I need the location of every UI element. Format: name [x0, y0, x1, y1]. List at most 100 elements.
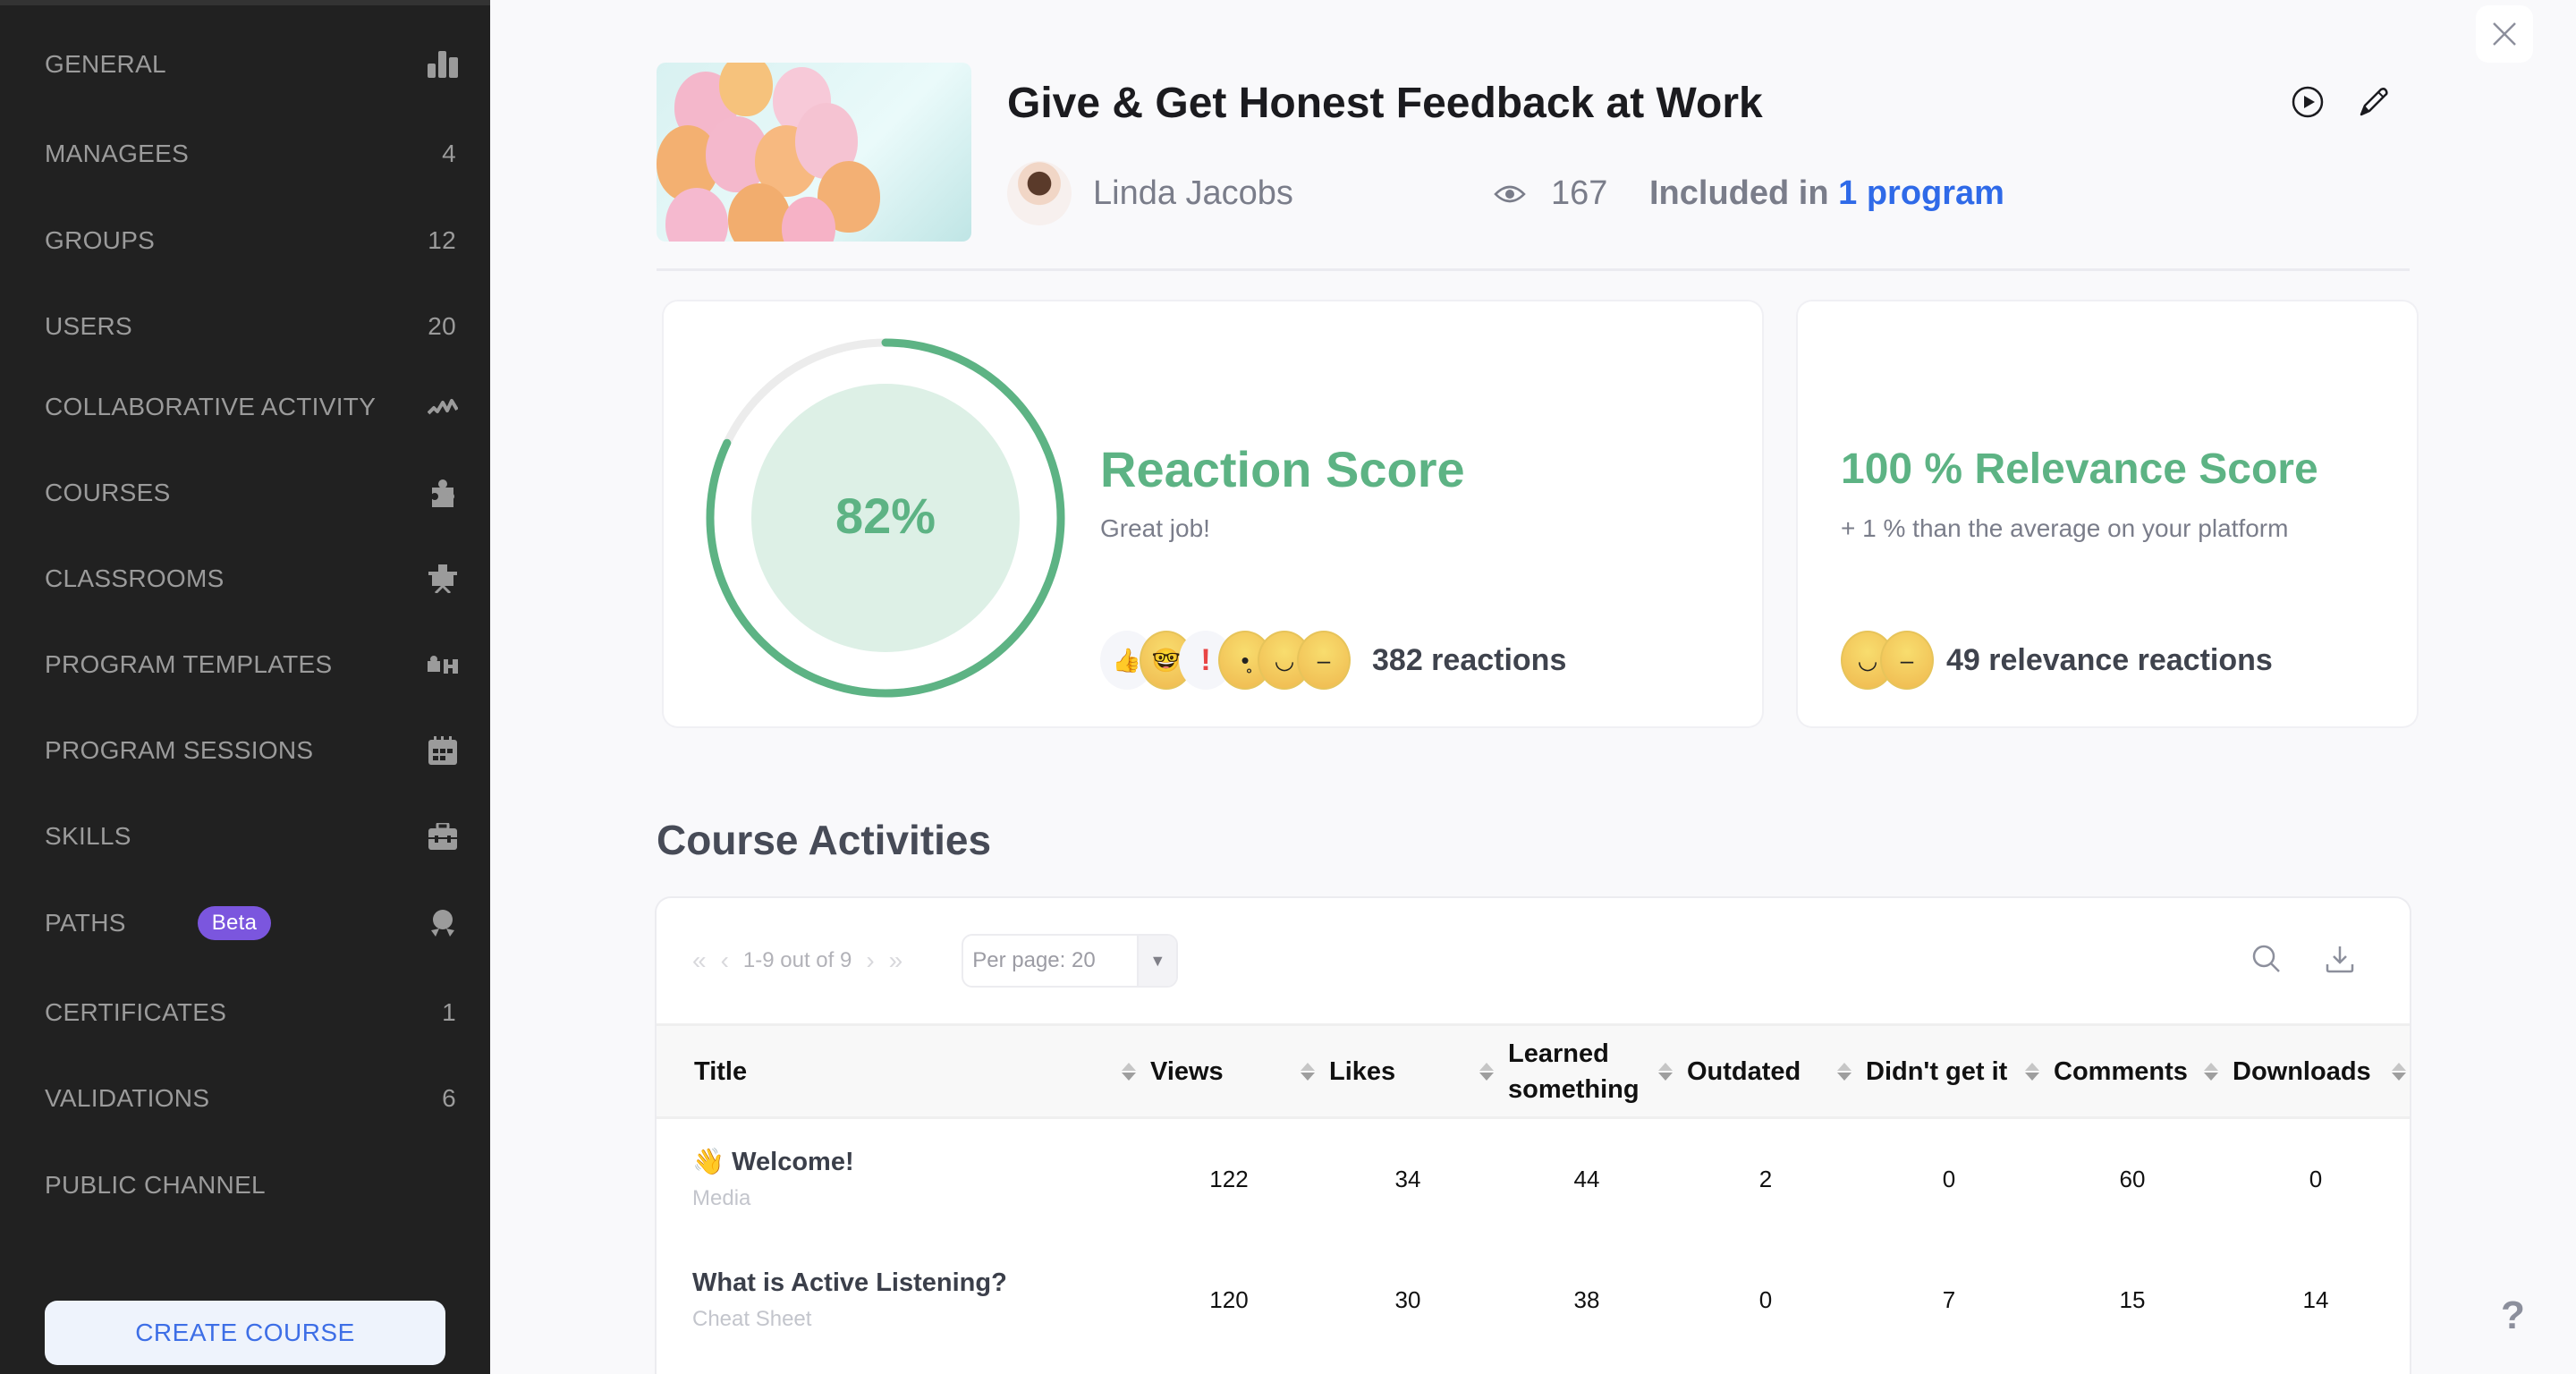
activity-title-cell: 👋 Welcome! Media	[657, 1118, 1140, 1240]
column-header-comments[interactable]: Comments	[2043, 1025, 2222, 1118]
sort-icon[interactable]	[1837, 1062, 1852, 1081]
sidebar-item-classrooms[interactable]: CLASSROOMS	[45, 552, 458, 606]
activity-title[interactable]: What is Active Listening?	[692, 1268, 1007, 1297]
search-icon	[2252, 945, 2280, 972]
search-button[interactable]	[2252, 945, 2281, 978]
sidebar-item-managees[interactable]: MANAGEES 4	[45, 127, 458, 181]
sidebar-item-count: 6	[442, 1084, 456, 1112]
sidebar-item-courses[interactable]: COURSES	[45, 466, 458, 520]
edit-button[interactable]	[2358, 86, 2390, 123]
sort-icon[interactable]	[2204, 1062, 2218, 1081]
downloads-cell: 0	[2309, 1165, 2323, 1192]
sidebar-item-program-templates[interactable]: PROGRAM TEMPLATES	[45, 638, 458, 691]
outdated-cell: 0	[1758, 1286, 1773, 1313]
reaction-score-card: 82% Reaction Score Great job! 👍 🤓 ! •̥ ◡…	[664, 301, 1762, 726]
sidebar-item-label: VALIDATIONS	[45, 1084, 210, 1112]
likes-cell: 30	[1394, 1286, 1421, 1313]
sidebar-item-users[interactable]: USERS 20	[45, 300, 458, 353]
first-page-button[interactable]: «	[692, 946, 707, 975]
programs-link[interactable]: 1 program	[1838, 174, 2004, 212]
sidebar-item-public-channel[interactable]: PUBLIC CHANNEL	[45, 1158, 458, 1212]
relevance-score-card: 100 % Relevance Score + 1 % than the ave…	[1798, 301, 2417, 726]
sidebar-item-label: PATHS	[45, 909, 126, 937]
sidebar-item-count: 4	[442, 140, 456, 167]
sidebar-item-count: 12	[428, 226, 456, 254]
eye-icon	[1494, 185, 1526, 202]
relevance-emojis: ◡ – 49 relevance reactions	[1841, 631, 2273, 690]
neutral-face-icon: –	[1297, 631, 1351, 690]
sort-icon[interactable]	[1479, 1062, 1494, 1081]
create-course-button[interactable]: CREATE COURSE	[45, 1301, 445, 1365]
table-row[interactable]: What is Active Listening? Cheat Sheet 12…	[657, 1240, 2410, 1361]
close-icon	[2493, 22, 2516, 46]
included-prefix: Included in	[1649, 174, 1829, 212]
table-row[interactable]: 👋 Welcome! Media 122 34 44 2 0 60 0	[657, 1118, 2410, 1240]
column-header-didnt-get-it[interactable]: Didn't get it	[1855, 1025, 2043, 1118]
sidebar-item-paths[interactable]: PATHS Beta	[45, 896, 458, 950]
author-name: Linda Jacobs	[1093, 174, 1293, 212]
sort-icon[interactable]	[2025, 1062, 2039, 1081]
sort-icon[interactable]	[1301, 1062, 1315, 1081]
sidebar-item-count: 1	[442, 998, 456, 1026]
outdated-cell: 2	[1758, 1165, 1773, 1192]
column-header-learned-something[interactable]: Learned something	[1497, 1025, 1676, 1118]
sort-icon[interactable]	[2392, 1062, 2406, 1081]
likes-cell: 34	[1394, 1165, 1421, 1192]
next-page-button[interactable]: ›	[866, 946, 874, 975]
sidebar-item-program-sessions[interactable]: PROGRAM SESSIONS	[45, 724, 458, 777]
learned-something-cell: 38	[1573, 1286, 1600, 1313]
sidebar-item-label: USERS	[45, 312, 132, 340]
activity-title-cell: What is Active Listening? Cheat Sheet	[657, 1240, 1140, 1361]
sort-icon[interactable]	[1658, 1062, 1673, 1081]
downloads-cell: 14	[2302, 1286, 2329, 1313]
sidebar-item-label: PROGRAM TEMPLATES	[45, 650, 333, 678]
sidebar-item-label: COURSES	[45, 479, 171, 506]
activities-table: Title Views Likes Learned something Outd…	[657, 1023, 2410, 1361]
column-header-likes[interactable]: Likes	[1318, 1025, 1497, 1118]
sidebar-item-label: COLLABORATIVE ACTIVITY	[45, 393, 377, 420]
author[interactable]: Linda Jacobs	[1007, 161, 1293, 225]
didnt-get-it-cell: 0	[1942, 1165, 1956, 1192]
table-header-row: Title Views Likes Learned something Outd…	[657, 1024, 2410, 1118]
column-header-title[interactable]: Title	[657, 1025, 1140, 1118]
download-button[interactable]	[2326, 945, 2354, 978]
sidebar-item-collaborative-activity[interactable]: COLLABORATIVE ACTIVITY	[45, 380, 458, 434]
table-tools	[2252, 945, 2354, 978]
prev-page-button[interactable]: ‹	[721, 946, 729, 975]
per-page-value: Per page: 20	[972, 948, 1096, 972]
activity-title[interactable]: Welcome!	[732, 1148, 853, 1176]
sort-icon[interactable]	[1122, 1062, 1136, 1081]
column-header-outdated[interactable]: Outdated	[1676, 1025, 1855, 1118]
activity-type: Cheat Sheet	[692, 1307, 812, 1331]
sidebar-item-groups[interactable]: GROUPS 12	[45, 214, 458, 267]
play-button[interactable]	[2292, 86, 2324, 123]
wave-icon: 👋	[692, 1148, 725, 1177]
column-header-downloads[interactable]: Downloads	[2222, 1025, 2410, 1118]
last-page-button[interactable]: »	[889, 946, 903, 975]
views-value: 167	[1551, 174, 1608, 212]
sidebar-item-label: PROGRAM SESSIONS	[45, 736, 314, 764]
per-page-select[interactable]: Per page: 20 ▼	[962, 934, 1179, 988]
sidebar-item-label: GENERAL	[45, 50, 166, 78]
sidebar-item-certificates[interactable]: CERTIFICATES 1	[45, 986, 458, 1039]
sidebar-item-label: SKILLS	[45, 822, 131, 850]
neutral-face-icon: –	[1880, 631, 1934, 690]
help-button[interactable]: ?	[2501, 1293, 2525, 1338]
sidebar-item-validations[interactable]: VALIDATIONS 6	[45, 1072, 458, 1125]
column-header-views[interactable]: Views	[1140, 1025, 1318, 1118]
sidebar-item-general[interactable]: GENERAL	[45, 38, 458, 91]
relevance-score-title: 100 % Relevance Score	[1841, 445, 2318, 493]
sidebar: GENERAL MANAGEES 4 GROUPS 12 USERS 20 CO…	[0, 0, 490, 1374]
views-count: 167	[1494, 174, 1607, 213]
didnt-get-it-cell: 7	[1942, 1286, 1956, 1313]
learned-something-cell: 44	[1573, 1165, 1600, 1192]
sidebar-item-count: 20	[428, 312, 456, 340]
presentation-icon	[428, 564, 458, 594]
sidebar-item-label: GROUPS	[45, 226, 156, 254]
puzzle-icon	[428, 478, 458, 508]
included-in-programs: Included in 1 program	[1649, 174, 2004, 213]
award-icon	[428, 908, 458, 938]
pencil-icon	[2360, 88, 2388, 116]
sidebar-item-skills[interactable]: SKILLS	[45, 810, 458, 863]
close-button[interactable]	[2476, 5, 2533, 63]
